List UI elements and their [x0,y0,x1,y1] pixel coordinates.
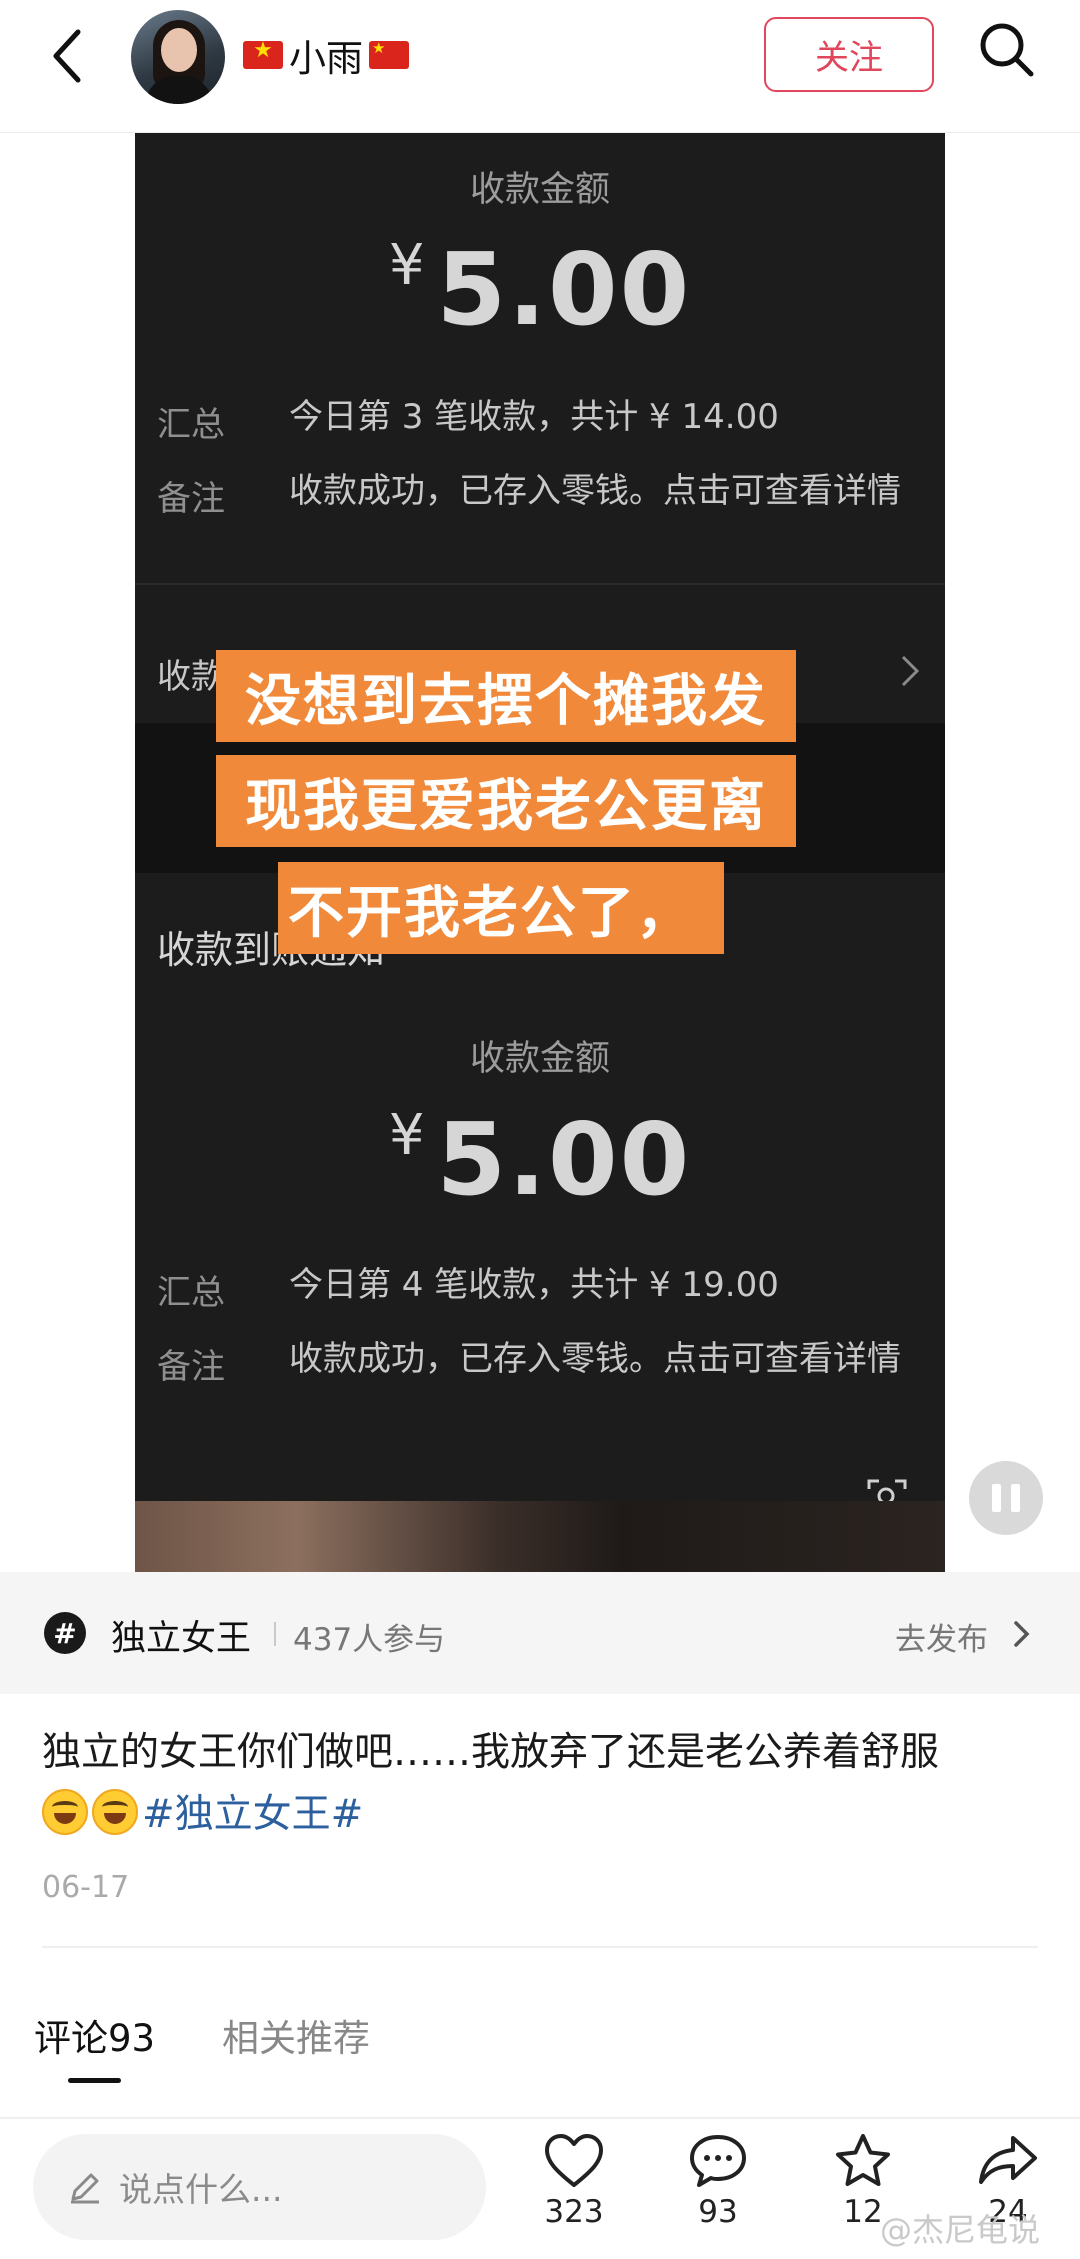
topic-name: 独立女王 [111,1619,252,1659]
follow-button[interactable]: 关注 [764,17,934,92]
note-label-2: 备注 [157,1347,225,1387]
comment-input[interactable]: 说点什么... [33,2134,486,2240]
laughing-emoji-icon [42,1789,88,1835]
like-count: 323 [544,2194,604,2230]
username: 小雨 [289,37,363,80]
comment-count: 93 [698,2194,738,2230]
receipt-amount-2: ¥5.00 [388,1101,692,1218]
publish-link[interactable]: 去发布 [895,1614,988,1659]
tab-related[interactable]: 相关推荐 [222,2008,370,2062]
summary-value: 今日第 3 笔收款，共计 ¥ 14.00 [289,397,779,437]
topic-participants: 437人参与 [293,1622,446,1658]
note-label: 备注 [157,479,225,519]
comment-placeholder: 说点什么... [119,2170,283,2209]
post-caption: 独立的女王你们做吧……我放弃了还是老公养着舒服 #独立女王# [42,1722,1042,1846]
share-arrow-icon [979,2136,1037,2184]
author-name[interactable]: 小雨 [243,30,409,80]
post-text: 独立的女王你们做吧……我放弃了还是老公养着舒服 [42,1730,940,1775]
hashtag-icon: # [44,1612,86,1654]
note-value-2: 收款成功，已存入零钱。点击可查看详情 [289,1339,901,1379]
receipt-title: 收款金额 [469,170,610,210]
subtitle-line-1: 没想到去摆个摊我发 [216,650,796,742]
subtitle-line-3: 不开我老公了， [278,862,724,954]
active-tab-indicator [68,2078,121,2083]
comment-button[interactable]: 93 [673,2132,763,2230]
chevron-right-icon[interactable] [1012,1618,1032,1650]
avatar[interactable] [131,10,225,104]
tab-comments[interactable]: 评论93 [34,2008,155,2062]
summary-label-2: 汇总 [157,1273,225,1313]
video-player[interactable]: 收款金额 ¥5.00 汇总 今日第 3 笔收款，共计 ¥ 14.00 备注 收款… [135,133,945,1572]
watermark: @杰尼龟说 [880,2211,1041,2249]
pause-icon [992,1484,1001,1512]
like-button[interactable]: 323 [529,2132,619,2230]
star-icon [836,2134,890,2186]
divider [0,2117,1080,2119]
post-date: 06-17 [42,1870,130,1905]
divider [42,1946,1038,1948]
chevron-right-icon [901,655,920,687]
back-icon[interactable] [40,20,100,92]
receipt-title-2: 收款金额 [469,1039,610,1079]
search-icon[interactable] [975,18,1039,82]
pause-button[interactable] [969,1461,1043,1535]
laughing-emoji-icon [92,1789,138,1835]
topic-bar[interactable]: # 独立女王 437人参与 去发布 [0,1572,1080,1694]
hashtag-link[interactable]: #独立女王# [142,1792,363,1837]
vietnam-flag-icon [243,38,283,69]
receipt-amount: ¥5.00 [388,231,692,348]
comment-bubble-icon [690,2135,746,2187]
summary-value-2: 今日第 4 笔收款，共计 ¥ 19.00 [289,1265,779,1305]
summary-label: 汇总 [157,405,225,445]
partial-label: 收款 [157,657,225,697]
heart-icon [545,2134,603,2187]
divider [274,1622,276,1646]
video-frame-edge [135,1501,945,1572]
china-flag-icon [369,39,409,69]
subtitle-line-2: 现我更爱我老公更离 [216,755,796,847]
note-value: 收款成功，已存入零钱。点击可查看详情 [289,471,901,511]
pencil-icon [71,2173,99,2204]
top-bar: 小雨 关注 [0,0,1080,133]
